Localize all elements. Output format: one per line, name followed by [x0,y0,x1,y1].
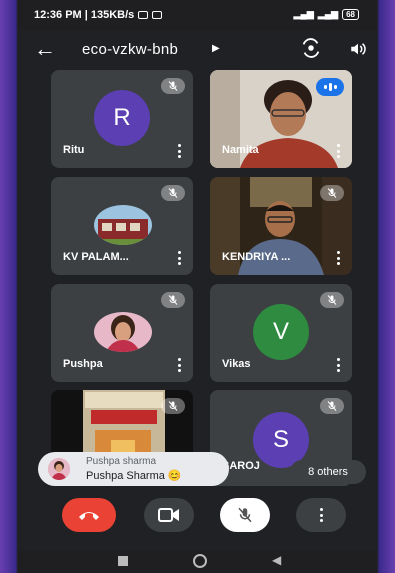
more-options-icon[interactable] [177,144,181,158]
signal-icon: ▂▄▆ [293,9,314,19]
status-time-speed: 12:36 PM | 135KB/s [34,9,135,21]
chat-message-popup[interactable]: Pushpa sharma Pushpa Sharma 😊 [38,452,229,486]
avatar [94,312,152,352]
recents-icon[interactable] [118,556,128,566]
more-options-icon[interactable] [336,358,340,372]
speaking-indicator [316,78,344,96]
status-bar: 12:36 PM | 135KB/s ▂▄▆ ▂▄▆ 68 [18,0,377,30]
chat-sender: Pushpa sharma [86,456,157,467]
mic-off-icon [238,507,252,523]
participant-tile[interactable]: KV PALAM... [51,177,193,275]
back-nav-icon[interactable]: ◀ [272,553,281,567]
battery-indicator: 68 [342,9,359,20]
meeting-code[interactable]: eco-vzkw-bnb [82,41,178,58]
home-icon[interactable] [193,554,207,568]
participant-name: KENDRIYA ... [222,251,291,263]
avatar [94,205,152,245]
phone-screen: 12:36 PM | 135KB/s ▂▄▆ ▂▄▆ 68 ← eco-vzkw… [18,0,377,573]
chat-avatar [48,458,70,480]
more-vert-icon [319,508,323,522]
camera-toggle-button[interactable] [144,498,194,532]
mic-off-icon [161,185,185,201]
mic-off-icon [320,292,344,308]
avatar: R [94,90,150,146]
camera-switch-icon[interactable] [300,37,322,59]
notification-icon-2 [152,11,163,19]
arrow-back-icon[interactable]: ← [34,36,56,62]
participant-tile[interactable]: Namita [210,70,352,168]
end-call-icon [79,512,99,520]
participant-tile[interactable]: R Ritu [51,70,193,168]
participant-tile[interactable]: Pushpa [51,284,193,382]
caret-right-icon[interactable]: ▶ [212,43,220,54]
more-options-icon[interactable] [177,358,181,372]
mic-off-icon [161,292,185,308]
avatar: V [253,304,309,360]
more-options-icon[interactable] [177,251,181,265]
participant-name: Pushpa [63,358,103,370]
others-chip[interactable]: 8 others [290,460,366,484]
video-icon [158,508,179,522]
call-controls [18,498,377,542]
more-options-icon[interactable] [336,144,340,158]
chat-message-text: Pushpa Sharma 😊 [86,470,182,482]
participant-name: Vikas [222,358,251,370]
participant-name: Ritu [63,144,85,156]
mic-off-icon [320,398,344,414]
signal-icon-2: ▂▄▆ [317,9,339,19]
android-nav-bar: ◀ [18,550,377,573]
mic-off-icon [320,185,344,201]
speaker-icon[interactable] [348,40,368,58]
notification-icon [138,11,149,19]
participant-name: KV PALAM... [63,251,129,263]
meeting-top-bar: ← eco-vzkw-bnb ▶ [18,32,377,66]
participant-name: Namita [222,144,259,156]
more-options-icon[interactable] [336,251,340,265]
end-call-button[interactable] [62,498,116,532]
mic-off-icon [161,398,185,414]
participant-tile[interactable]: KENDRIYA ... [210,177,352,275]
participant-tile[interactable]: V Vikas [210,284,352,382]
more-options-button[interactable] [296,498,346,532]
mic-off-icon [161,78,185,94]
mic-toggle-button[interactable] [220,498,270,532]
